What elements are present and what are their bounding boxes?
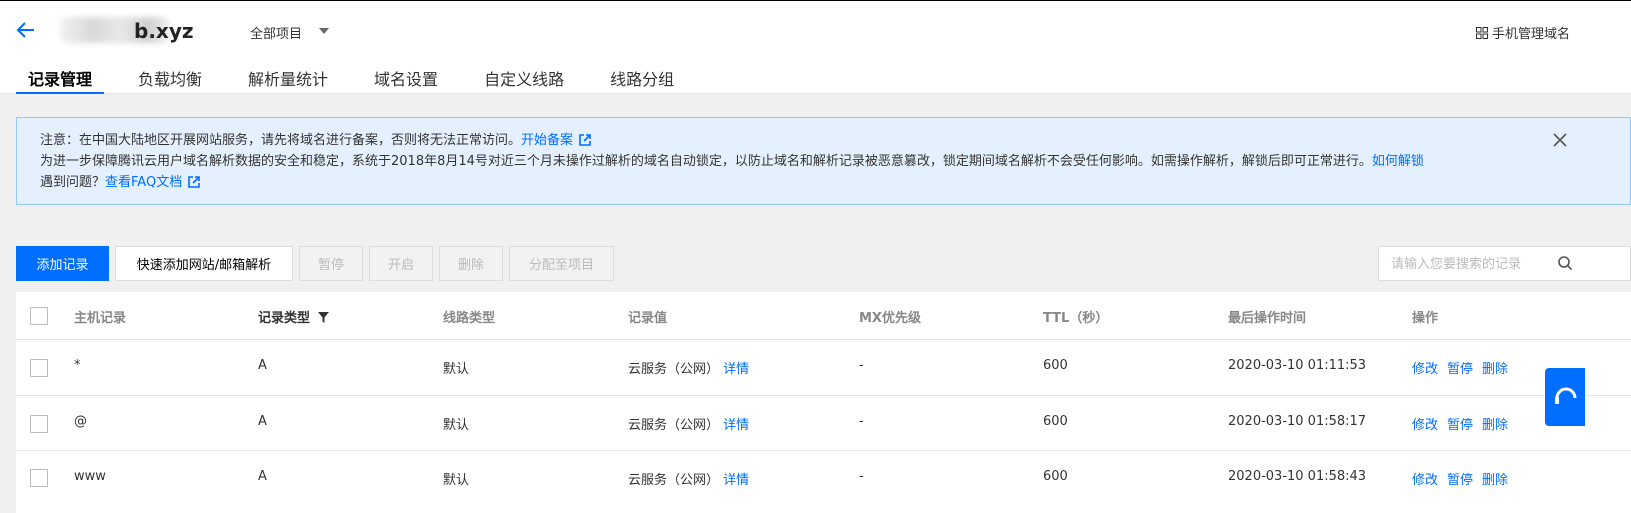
delete-button[interactable]: 删除 — [439, 246, 503, 281]
cell-mx: - — [859, 358, 864, 373]
cell-value-text: 云服务（公网） — [628, 362, 720, 377]
row-checkbox[interactable] — [30, 415, 48, 433]
cell-line: 默认 — [443, 473, 470, 488]
mobile-manage-link[interactable]: 手机管理域名 — [1476, 23, 1570, 42]
external-link-icon — [579, 134, 591, 146]
delete-link[interactable]: 删除 — [1482, 473, 1508, 488]
cell-time: 2020-03-10 01:58:43 — [1228, 469, 1367, 484]
qr-grid-icon — [1476, 26, 1488, 39]
col-actions: 操作 — [1412, 311, 1439, 326]
row-checkbox[interactable] — [30, 359, 48, 377]
cell-time: 2020-03-10 01:11:53 — [1228, 358, 1367, 373]
cell-value: 云服务（公网） 详情 — [628, 358, 749, 377]
pause-link[interactable]: 暂停 — [1447, 362, 1473, 377]
add-record-button[interactable]: 添加记录 — [16, 246, 109, 281]
edit-link[interactable]: 修改 — [1412, 473, 1438, 488]
col-time: 最后操作时间 — [1228, 311, 1307, 326]
cell-line: 默认 — [443, 418, 470, 433]
cell-actions: 修改 暂停 删除 — [1412, 469, 1517, 488]
tab-custom-lines[interactable]: 自定义线路 — [472, 61, 576, 94]
start-filing-link[interactable]: 开始备案 — [521, 133, 573, 148]
delete-link[interactable]: 删除 — [1482, 362, 1508, 377]
notice-line-3: 遇到问题？查看FAQ文档 — [40, 172, 1630, 193]
cell-mx: - — [859, 469, 864, 484]
pause-link[interactable]: 暂停 — [1447, 418, 1473, 433]
domain-title: b.xyz — [62, 19, 194, 43]
page-header: b.xyz 全部项目 手机管理域名 记录管理 负载均衡 解析量统计 域名设置 自… — [0, 1, 1631, 94]
notice-line-2-text: 为进一步保障腾讯云用户域名解析数据的安全和稳定，系统于2018年8月14号对近三… — [40, 154, 1372, 169]
col-mx: MX优先级 — [859, 311, 921, 326]
how-to-unlock-link[interactable]: 如何解锁 — [1372, 154, 1424, 169]
col-ttl: TTL（秒） — [1043, 311, 1109, 326]
project-select[interactable]: 全部项目 — [250, 23, 302, 42]
cell-ttl: 600 — [1043, 414, 1068, 429]
col-host: 主机记录 — [74, 311, 127, 326]
tab-stats[interactable]: 解析量统计 — [236, 61, 340, 94]
cell-actions: 修改 暂停 删除 — [1412, 414, 1517, 433]
table-row: * A 默认 云服务（公网） 详情 - 600 2020-03-10 01:11… — [16, 340, 1631, 396]
cell-line: 默认 — [443, 362, 470, 377]
edit-link[interactable]: 修改 — [1412, 362, 1438, 377]
cell-ttl: 600 — [1043, 358, 1068, 373]
mobile-manage-label: 手机管理域名 — [1492, 27, 1571, 42]
back-arrow-icon[interactable] — [16, 20, 36, 40]
cell-value: 云服务（公网） 详情 — [628, 469, 749, 488]
col-type[interactable]: 记录类型 — [258, 307, 330, 326]
delete-link[interactable]: 删除 — [1482, 418, 1508, 433]
cell-time: 2020-03-10 01:58:17 — [1228, 414, 1367, 429]
cell-type: A — [258, 358, 267, 373]
tab-records[interactable]: 记录管理 — [16, 61, 105, 94]
cell-ttl: 600 — [1043, 469, 1068, 484]
detail-link[interactable]: 详情 — [723, 362, 749, 377]
table-header-row: 主机记录 记录类型 线路类型 记录值 MX优先级 TTL（秒） 最后操作时间 操… — [16, 292, 1631, 340]
table-row: www A 默认 云服务（公网） 详情 - 600 2020-03-10 01:… — [16, 451, 1631, 513]
filter-icon[interactable] — [318, 312, 330, 323]
assign-project-button[interactable]: 分配至项目 — [509, 246, 614, 281]
search-icon[interactable] — [1557, 255, 1573, 271]
domain-title-suffix: b.xyz — [134, 19, 194, 43]
pause-button[interactable]: 暂停 — [299, 246, 363, 281]
cell-type: A — [258, 469, 267, 484]
headset-icon — [1555, 387, 1577, 404]
edit-link[interactable]: 修改 — [1412, 418, 1438, 433]
enable-button[interactable]: 开启 — [369, 246, 433, 281]
notice-line-1-text: 注意：在中国大陆地区开展网站服务，请先将域名进行备案，否则将无法正常访问。 — [40, 133, 522, 148]
notice-line-1: 注意：在中国大陆地区开展网站服务，请先将域名进行备案，否则将无法正常访问。开始备… — [40, 130, 1630, 151]
col-line: 线路类型 — [443, 311, 496, 326]
select-all-checkbox[interactable] — [30, 307, 48, 325]
cell-value-text: 云服务（公网） — [628, 473, 720, 488]
cell-value: 云服务（公网） 详情 — [628, 414, 749, 433]
caret-down-icon[interactable] — [319, 28, 329, 34]
notice-line-2: 为进一步保障腾讯云用户域名解析数据的安全和稳定，系统于2018年8月14号对近三… — [40, 151, 1630, 172]
cell-actions: 修改 暂停 删除 — [1412, 358, 1517, 377]
col-value: 记录值 — [628, 311, 668, 326]
records-table: 主机记录 记录类型 线路类型 记录值 MX优先级 TTL（秒） 最后操作时间 操… — [16, 292, 1631, 513]
cell-host: * — [74, 358, 81, 373]
cell-value-text: 云服务（公网） — [628, 418, 720, 433]
external-link-icon — [188, 176, 201, 188]
cell-type: A — [258, 414, 267, 429]
tab-bar: 记录管理 负载均衡 解析量统计 域名设置 自定义线路 线路分组 — [16, 61, 708, 94]
tab-line-groups[interactable]: 线路分组 — [598, 61, 686, 94]
cell-mx: - — [859, 414, 864, 429]
close-icon[interactable] — [1552, 132, 1568, 148]
faq-link[interactable]: 查看FAQ文档 — [105, 175, 182, 190]
col-type-label: 记录类型 — [258, 311, 311, 326]
tab-load-balance[interactable]: 负载均衡 — [126, 61, 214, 94]
cell-host: @ — [74, 414, 87, 429]
quick-add-button[interactable]: 快速添加网站/邮箱解析 — [115, 246, 293, 281]
detail-link[interactable]: 详情 — [723, 473, 749, 488]
row-checkbox[interactable] — [30, 469, 48, 487]
pause-link[interactable]: 暂停 — [1447, 473, 1473, 488]
notice-line-3-text: 遇到问题？ — [40, 175, 106, 190]
tab-domain-settings[interactable]: 域名设置 — [362, 61, 450, 94]
detail-link[interactable]: 详情 — [723, 418, 749, 433]
table-row: @ A 默认 云服务（公网） 详情 - 600 2020-03-10 01:58… — [16, 396, 1631, 451]
search-input[interactable] — [1378, 246, 1631, 281]
cell-host: www — [74, 469, 106, 484]
notice-banner: 注意：在中国大陆地区开展网站服务，请先将域名进行备案，否则将无法正常访问。开始备… — [16, 117, 1631, 205]
support-float-button[interactable] — [1545, 368, 1585, 426]
